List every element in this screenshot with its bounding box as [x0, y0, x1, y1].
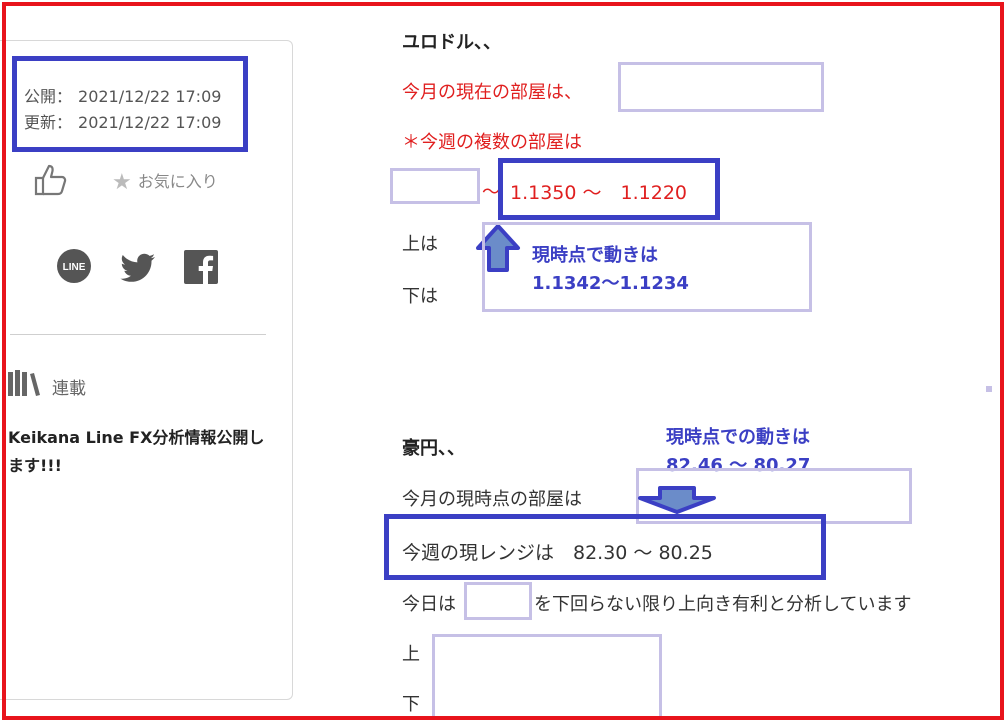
line-share-icon[interactable]: LINE — [54, 248, 94, 288]
star-icon: ★ — [112, 170, 132, 195]
audjpy-today-placeholder — [464, 582, 532, 620]
audjpy-week-range: 今週の現レンジは 82.30 ～ 80.25 — [402, 542, 713, 564]
published-date: 公開： 2021/12/22 17:09 — [24, 83, 221, 107]
twitter-share-icon[interactable] — [118, 248, 158, 288]
audjpy-upper-label: 上 — [402, 644, 420, 665]
favorite-button[interactable]: ★ お気に入り — [112, 168, 218, 195]
favorite-label: お気に入り — [137, 172, 218, 191]
eurusd-note-line1: 現時点で動きは — [532, 245, 658, 266]
published-label: 公開： — [24, 87, 73, 106]
eurusd-range-value: 1.1350 ～ 1.1220 — [510, 182, 688, 204]
down-arrow-icon — [638, 486, 716, 514]
eurusd-month-room-label: 今月の現在の部屋は、 — [402, 82, 582, 103]
sidebar-divider — [10, 334, 266, 335]
updated-value: 2021/12/22 17:09 — [78, 113, 222, 132]
books-icon — [8, 370, 40, 396]
audjpy-today-suffix: を下回らない限り上向き有利と分析しています — [534, 594, 912, 615]
eurusd-lower-label: 下は — [402, 286, 438, 307]
facebook-share-icon[interactable] — [182, 248, 222, 288]
audjpy-upper-lower-placeholder — [432, 634, 662, 720]
eurusd-note-line2: 1.1342～1.1234 — [532, 273, 689, 294]
eurusd-month-room-placeholder — [618, 62, 824, 112]
published-value: 2021/12/22 17:09 — [78, 87, 222, 106]
updated-date: 更新： 2021/12/22 17:09 — [24, 109, 221, 133]
line-icon-text: LINE — [63, 262, 86, 273]
thumbs-up-icon[interactable] — [32, 160, 72, 200]
decoration-dot — [986, 386, 992, 392]
series-article-link[interactable]: Keikana Line FX分析情報公開します!!! — [8, 424, 278, 480]
eurusd-week-rooms-label: ＊今週の複数の部屋は — [402, 132, 582, 153]
eurusd-week-low-placeholder — [390, 168, 480, 204]
audjpy-heading: 豪円、、 — [402, 438, 465, 459]
audjpy-lower-label: 下 — [402, 694, 420, 715]
series-label[interactable]: 連載 — [52, 374, 86, 399]
eurusd-current-movement-note: 現時点で動きは 1.1342～1.1234 — [532, 242, 689, 298]
audjpy-today-prefix: 今日は — [402, 594, 456, 615]
audjpy-note-line1: 現時点での動きは — [666, 427, 810, 448]
eurusd-upper-label: 上は — [402, 234, 438, 255]
updated-label: 更新： — [24, 113, 73, 132]
eurusd-heading: ユロドル、、 — [402, 32, 501, 53]
audjpy-month-room-label: 今月の現時点の部屋は — [402, 489, 582, 510]
